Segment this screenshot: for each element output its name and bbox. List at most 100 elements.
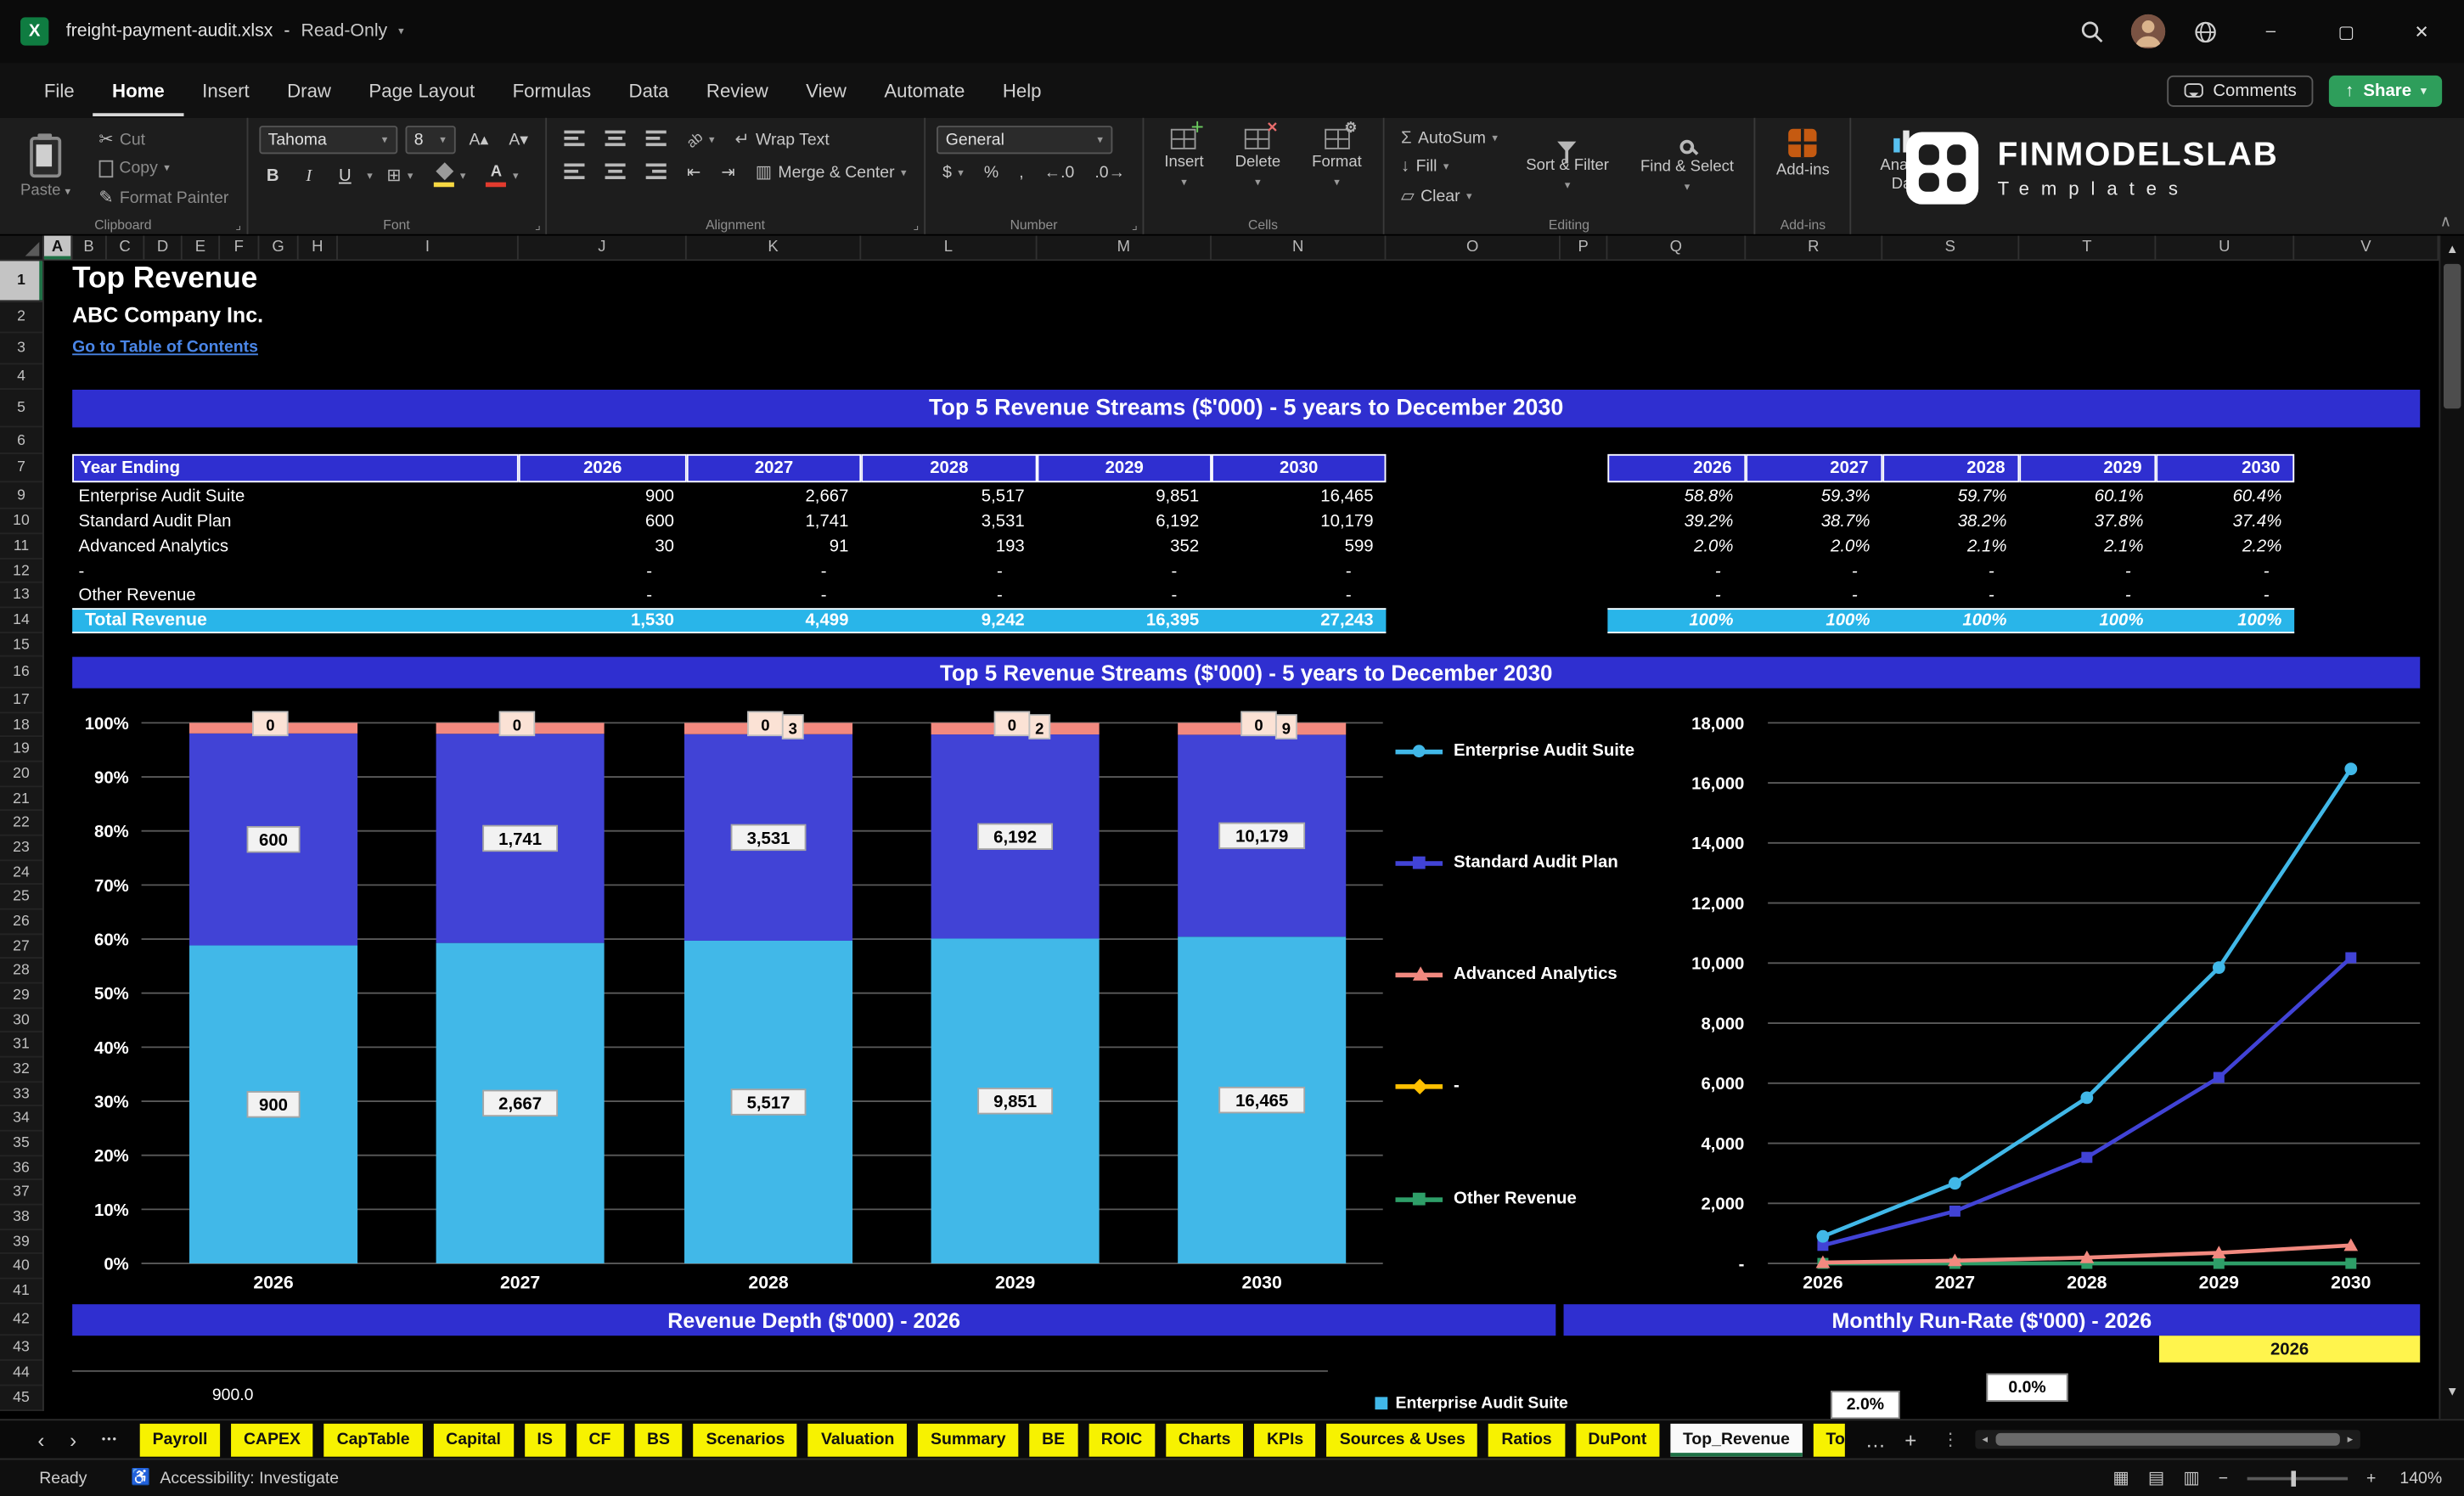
align-right-button[interactable] xyxy=(639,160,672,184)
row-header-13[interactable]: 13 xyxy=(0,583,42,609)
decrease-indent-button[interactable]: ⇤ xyxy=(681,160,707,185)
sheet-tab-scenarios[interactable]: Scenarios xyxy=(693,1422,798,1456)
clear-button[interactable]: ▱ Clear ▾ xyxy=(1395,183,1505,209)
row-header-33[interactable]: 33 xyxy=(0,1083,42,1107)
revenue-row-label[interactable]: - xyxy=(72,560,519,583)
menu-tab-insert[interactable]: Insert xyxy=(183,65,268,115)
revenue-value-cell[interactable]: - xyxy=(861,583,1037,609)
column-header-A[interactable]: A xyxy=(43,235,73,260)
globe-icon[interactable] xyxy=(2187,14,2222,49)
revenue-value-cell[interactable]: 5,517 xyxy=(861,482,1037,509)
align-middle-button[interactable] xyxy=(599,127,632,151)
sheet-tab-be[interactable]: BE xyxy=(1029,1422,1077,1456)
column-header-C[interactable]: C xyxy=(107,235,145,260)
sheet-title-cell[interactable]: Top Revenue xyxy=(72,262,257,297)
revenue-pct-cell[interactable]: - xyxy=(2019,583,2156,609)
revenue-pct-cell[interactable]: - xyxy=(1746,583,1882,609)
row-header-16[interactable]: 16 xyxy=(0,657,42,689)
year-header-cell[interactable]: 2030 xyxy=(1211,453,1387,483)
total-pct-cell[interactable]: 100% xyxy=(2019,608,2156,633)
scroll-up-arrow[interactable]: ▲ xyxy=(2440,236,2464,262)
sheet-tab-cf[interactable]: CF xyxy=(576,1422,624,1456)
borders-button[interactable]: ⊞ ▾ xyxy=(380,162,419,188)
column-header-V[interactable]: V xyxy=(2294,235,2439,260)
revenue-pct-cell[interactable]: 2.0% xyxy=(1746,534,1882,560)
sheet-nav-more-icon[interactable]: ••• xyxy=(89,1434,131,1445)
accounting-format-button[interactable]: $ ▾ xyxy=(937,160,970,186)
paste-button[interactable]: Paste ▾ xyxy=(11,126,80,211)
column-header-K[interactable]: K xyxy=(687,235,862,260)
maximize-button[interactable]: ▢ xyxy=(2320,8,2373,55)
revenue-value-cell[interactable]: 6,192 xyxy=(1038,509,1212,535)
revenue-pct-cell[interactable]: 2.2% xyxy=(2156,534,2294,560)
total-value-cell[interactable]: 9,242 xyxy=(861,608,1037,633)
column-header-L[interactable]: L xyxy=(861,235,1038,260)
row-header-40[interactable]: 40 xyxy=(0,1255,42,1279)
row-header-3[interactable]: 3 xyxy=(0,333,42,365)
normal-view-button[interactable]: ▦ xyxy=(2112,1468,2129,1488)
addins-button[interactable]: Add-ins xyxy=(1767,126,1839,183)
add-sheet-button[interactable]: + xyxy=(1895,1427,1926,1451)
banner-revenue-depth[interactable]: Revenue Depth ($'000) - 2026 xyxy=(72,1304,1556,1336)
column-header-G[interactable]: G xyxy=(259,235,299,260)
zoom-out-button[interactable]: − xyxy=(2219,1469,2228,1488)
revenue-pct-cell[interactable]: 58.8% xyxy=(1607,482,1746,509)
align-bottom-button[interactable] xyxy=(639,127,672,151)
revenue-value-cell[interactable]: - xyxy=(519,560,687,583)
row-header-25[interactable]: 25 xyxy=(0,886,42,910)
column-header-N[interactable]: N xyxy=(1212,235,1387,260)
hscroll-thumb[interactable] xyxy=(1994,1432,2340,1446)
vertical-scrollbar[interactable]: ▲ ▼ xyxy=(2439,235,2464,1420)
year-header-pct-cell[interactable]: 2026 xyxy=(1607,453,1747,483)
banner-top-revenue-streams[interactable]: Top 5 Revenue Streams ($'000) - 5 years … xyxy=(72,389,2421,428)
total-pct-cell[interactable]: 100% xyxy=(1607,608,1746,633)
column-header-Q[interactable]: Q xyxy=(1607,235,1747,260)
sheet-tab-to[interactable]: To xyxy=(1813,1422,1845,1456)
revenue-pct-cell[interactable]: - xyxy=(1882,583,2019,609)
row-header-42[interactable]: 42 xyxy=(0,1304,42,1336)
sheet-tab-bs[interactable]: BS xyxy=(634,1422,683,1456)
total-pct-cell[interactable]: 100% xyxy=(2156,608,2294,633)
row-header-43[interactable]: 43 xyxy=(0,1336,42,1361)
increase-indent-button[interactable]: ⇥ xyxy=(715,160,741,185)
row-header-1[interactable]: 1 xyxy=(0,261,42,302)
row-header-20[interactable]: 20 xyxy=(0,762,42,787)
insert-cells-button[interactable]: ＋ Insert ▾ xyxy=(1155,120,1213,193)
revenue-value-cell[interactable]: - xyxy=(1212,583,1386,609)
revenue-pct-cell[interactable]: - xyxy=(1607,560,1746,583)
revenue-pct-cell[interactable]: 2.0% xyxy=(1607,534,1746,560)
menu-tab-view[interactable]: View xyxy=(787,65,865,115)
font-color-button[interactable]: A ▾ xyxy=(480,160,525,190)
share-button[interactable]: ↑ Share ▾ xyxy=(2329,74,2443,106)
align-top-button[interactable] xyxy=(558,127,591,151)
year-header-cell[interactable]: 2026 xyxy=(518,453,687,483)
revenue-value-cell[interactable]: - xyxy=(1038,583,1212,609)
revenue-value-cell[interactable]: 3,531 xyxy=(861,509,1037,535)
row-header-24[interactable]: 24 xyxy=(0,861,42,886)
revenue-value-cell[interactable]: 599 xyxy=(1212,534,1386,560)
close-button[interactable]: ✕ xyxy=(2395,8,2449,55)
sheet-nav-left-icon[interactable]: ‹ xyxy=(25,1427,58,1451)
year-header-pct-cell[interactable]: 2028 xyxy=(1882,453,2020,483)
menu-tab-help[interactable]: Help xyxy=(984,65,1060,115)
page-layout-view-button[interactable]: ▤ xyxy=(2148,1468,2164,1488)
total-pct-cell[interactable]: 100% xyxy=(1882,608,2019,633)
revenue-value-cell[interactable]: - xyxy=(519,583,687,609)
toc-link[interactable]: Go to Table of Contents xyxy=(72,338,258,357)
revenue-value-cell[interactable]: 900 xyxy=(519,482,687,509)
revenue-line-chart[interactable]: - 2,000 4,000 6,000 8,000 10,000 12,000 14,000 1… xyxy=(1650,689,2427,1305)
year-chip-cell[interactable]: 2026 xyxy=(2158,1336,2421,1363)
year-header-cell[interactable]: 2029 xyxy=(1037,453,1212,483)
menu-tab-draw[interactable]: Draw xyxy=(268,65,350,115)
accessibility-status[interactable]: ♿ Accessibility: Investigate xyxy=(131,1469,339,1488)
sheet-tab-roic[interactable]: ROIC xyxy=(1088,1422,1156,1456)
row-header-19[interactable]: 19 xyxy=(0,738,42,762)
row-header-6[interactable]: 6 xyxy=(0,427,42,454)
row-header-10[interactable]: 10 xyxy=(0,509,42,535)
user-avatar[interactable] xyxy=(2130,14,2166,49)
sheet-tab-sources-uses[interactable]: Sources & Uses xyxy=(1326,1422,1478,1456)
row-header-22[interactable]: 22 xyxy=(0,812,42,836)
increase-font-button[interactable]: A▴ xyxy=(463,127,495,153)
total-value-cell[interactable]: 1,530 xyxy=(519,608,687,633)
sheet-nav-right-icon[interactable]: › xyxy=(57,1427,89,1451)
